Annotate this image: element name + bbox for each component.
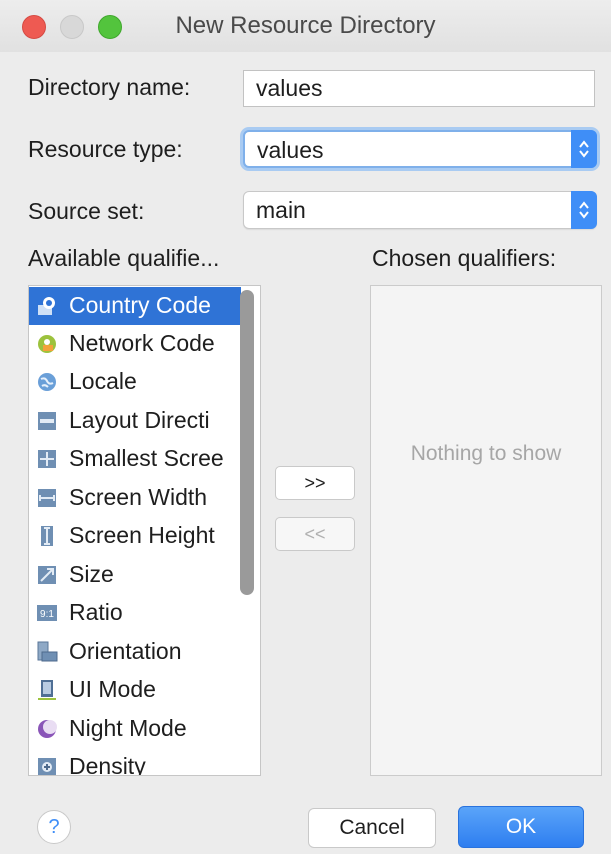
qualifiers-scrollbar[interactable] xyxy=(240,290,254,595)
qualifier-item-screen-width[interactable]: Screen Width xyxy=(29,479,241,517)
qualifier-item-density[interactable]: Density xyxy=(29,748,241,775)
qualifier-item-screen-height[interactable]: Screen Height xyxy=(29,517,241,555)
directory-name-value: values xyxy=(256,75,323,101)
empty-state-text: Nothing to show xyxy=(410,442,562,465)
ok-button[interactable]: OK xyxy=(458,806,584,848)
layout-direction-icon xyxy=(38,412,56,430)
available-qualifiers-list[interactable]: Country Code Network Code Locale Layout … xyxy=(28,285,261,776)
chosen-qualifiers-label: Chosen qualifiers: xyxy=(372,245,557,271)
qualifier-item-smallest-screen[interactable]: Smallest Scree xyxy=(29,440,241,478)
size-icon xyxy=(38,566,56,584)
qualifier-item-size[interactable]: Size xyxy=(29,556,241,594)
cancel-button[interactable]: Cancel xyxy=(308,808,436,848)
chosen-qualifiers-list[interactable]: Nothing to show xyxy=(370,285,602,776)
qualifier-item-ratio[interactable]: 9:1 Ratio xyxy=(29,594,241,632)
directory-name-input[interactable]: values xyxy=(243,70,595,107)
remove-qualifier-button[interactable]: << xyxy=(275,517,355,551)
qualifier-item-orientation[interactable]: Orientation xyxy=(29,633,241,671)
qualifier-item-network-code[interactable]: Network Code xyxy=(29,325,241,363)
orientation-icon xyxy=(37,641,58,662)
screen-width-icon xyxy=(38,489,56,507)
title-bar: New Resource Directory xyxy=(0,0,611,52)
source-set-value: main xyxy=(256,197,306,223)
source-set-select[interactable]: main xyxy=(243,191,597,229)
resource-type-select[interactable]: values xyxy=(243,130,597,168)
resource-type-label: Resource type: xyxy=(28,136,183,162)
source-set-label: Source set: xyxy=(28,198,145,224)
directory-name-label: Directory name: xyxy=(28,74,191,100)
night-mode-icon xyxy=(38,720,57,738)
source-set-stepper-icon[interactable] xyxy=(571,191,597,229)
density-icon xyxy=(38,758,56,775)
qualifier-item-layout-direction[interactable]: Layout Directi xyxy=(29,402,241,440)
globe-icon xyxy=(38,373,56,391)
country-code-icon xyxy=(38,297,55,315)
qualifier-item-country-code[interactable]: Country Code xyxy=(29,287,241,325)
window-title: New Resource Directory xyxy=(175,12,436,39)
qualifier-item-night-mode[interactable]: Night Mode xyxy=(29,710,241,748)
ratio-icon: 9:1 xyxy=(37,605,57,621)
resource-type-stepper-icon[interactable] xyxy=(571,130,597,168)
resource-type-value: values xyxy=(257,137,324,163)
qualifier-item-locale[interactable]: Locale xyxy=(29,363,241,401)
network-code-icon xyxy=(38,335,56,353)
smallest-screen-icon xyxy=(38,450,56,468)
add-qualifier-button[interactable]: >> xyxy=(275,466,355,500)
available-qualifiers-label: Available qualifie... xyxy=(28,245,220,271)
svg-text:9:1: 9:1 xyxy=(40,609,54,620)
ui-mode-icon xyxy=(38,680,56,700)
screen-height-icon xyxy=(41,526,53,546)
help-button[interactable]: ? xyxy=(37,810,71,844)
qualifier-item-ui-mode[interactable]: UI Mode xyxy=(29,671,241,709)
